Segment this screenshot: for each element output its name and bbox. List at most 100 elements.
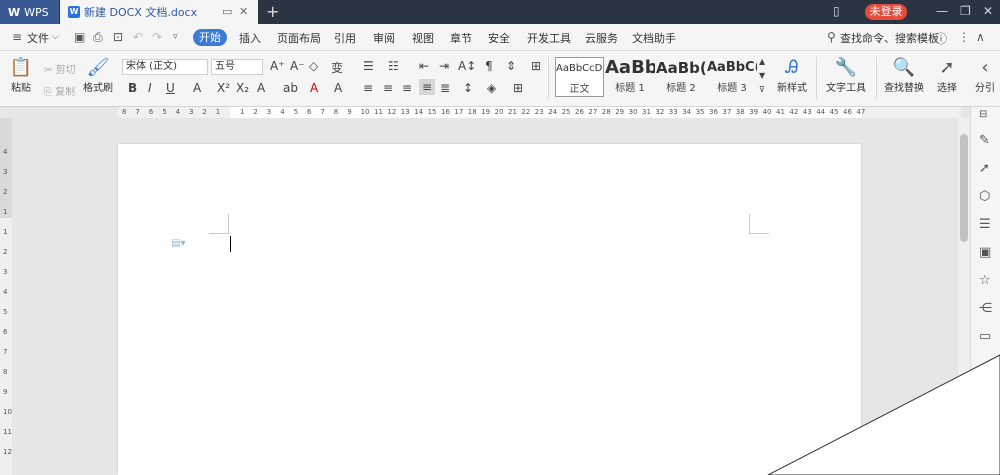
clear-format-icon[interactable]: ◇ [309, 59, 318, 73]
font-color-icon[interactable]: A [310, 81, 318, 95]
paragraph-icon[interactable]: ⊞ [531, 59, 541, 73]
restore-icon[interactable]: ❐ [960, 4, 971, 18]
tab-references[interactable]: 引用 [334, 30, 356, 46]
sort-icon[interactable]: A↕ [458, 59, 476, 73]
tab-cloud-service[interactable]: 云服务 [585, 30, 618, 46]
share-icon[interactable]: ⋲ [979, 301, 992, 316]
wps-home-tab[interactable]: W WPS [0, 0, 59, 24]
panel-toggle-icon[interactable]: ⊟ [979, 109, 987, 120]
ruler-tick-label: 2 [253, 108, 258, 116]
decrease-indent-icon[interactable]: ⇤ [419, 59, 429, 73]
distribute-icon[interactable]: ≣ [440, 81, 450, 95]
panel-toggle-icon[interactable]: ▯ [833, 4, 840, 18]
superscript-icon[interactable]: X² [217, 81, 230, 95]
style-heading-1[interactable]: AaBb 标题 1 [605, 57, 655, 97]
style-heading-2[interactable]: AaBb( 标题 2 [656, 57, 706, 97]
tab-doc-assistant[interactable]: 文档助手 [632, 30, 676, 46]
ruler-tick-label: 5 [293, 108, 299, 116]
command-search[interactable]: 查找命令、搜索模板 [840, 30, 939, 46]
ruler-tick-label: 21 [508, 108, 517, 116]
grow-font-icon[interactable]: A⁺ [270, 59, 285, 73]
phonetic-guide-icon[interactable]: 变 [331, 59, 343, 76]
close-window-icon[interactable]: ✕ [983, 4, 993, 18]
cut-button[interactable]: ✂ 剪切 [44, 61, 76, 76]
horizontal-ruler[interactable]: 8 7 6 5 4 3 2 1 1 2 3 4 5 6 7 8 9 10 11 12 13 14 15 16 17 18 19 20 2… [118, 107, 961, 118]
new-style-button[interactable]: Ꭿ 新样式 [773, 57, 811, 94]
line-spacing-menu-icon[interactable]: ↕ [463, 81, 473, 95]
more-icon[interactable]: ⋮ [958, 30, 970, 44]
tab-page-layout[interactable]: 页面布局 [277, 30, 321, 46]
vertical-ruler[interactable]: 4 3 2 1 1 2 3 4 5 6 7 8 9 10 11 12 [0, 118, 12, 475]
font-size-select[interactable]: 五号 [211, 59, 263, 75]
style-heading-3[interactable]: AaBbC( 标题 3 [707, 57, 757, 97]
increase-indent-icon[interactable]: ⇥ [439, 59, 449, 73]
show-marks-icon[interactable]: ¶ [485, 59, 493, 73]
shading-icon[interactable]: ◈ [487, 81, 496, 95]
split-button[interactable]: ‹ 分引 [972, 57, 998, 94]
save-icon[interactable]: ▣ [74, 30, 85, 44]
tab-review[interactable]: 审阅 [373, 30, 395, 46]
borders-icon[interactable]: ⊞ [513, 81, 523, 95]
undo-icon[interactable]: ↶ [133, 30, 143, 44]
hamburger-icon[interactable]: ≡ [12, 30, 22, 44]
settings-sliders-icon[interactable]: ☰ [979, 217, 991, 232]
scrollbar-thumb[interactable] [960, 134, 968, 242]
select-button[interactable]: ➚ 选择 [932, 57, 962, 94]
collapse-ribbon-icon[interactable]: ∧ [976, 30, 985, 44]
styles-scroll-down-icon[interactable]: ▼ [759, 71, 765, 80]
new-style-icon: Ꭿ [785, 57, 799, 78]
image-icon[interactable]: ▣ [979, 245, 991, 260]
tab-insert[interactable]: 插入 [239, 30, 261, 46]
paste-button[interactable]: 📋 粘贴 [8, 57, 34, 94]
help-icon[interactable]: ⓘ [935, 30, 947, 47]
float-window-icon[interactable]: ▭ [222, 5, 232, 18]
underline-icon[interactable]: U [166, 81, 175, 95]
numbered-list-icon[interactable]: ☷ [388, 59, 399, 73]
tab-developer[interactable]: 开发工具 [527, 30, 571, 46]
minimize-icon[interactable]: — [936, 4, 948, 18]
tab-chapter[interactable]: 章节 [450, 30, 472, 46]
italic-icon[interactable]: I [148, 81, 152, 95]
pen-icon[interactable]: ✎ [979, 133, 990, 148]
styles-scroll-up-icon[interactable]: ▲ [759, 57, 765, 66]
archive-icon[interactable]: ▭ [979, 329, 991, 344]
paragraph-handle-icon[interactable]: ▤▾ [171, 238, 185, 249]
align-left-icon[interactable]: ≡ [363, 81, 373, 95]
format-painter-button[interactable]: 🖌 格式刷 [83, 57, 113, 94]
align-center-icon[interactable]: ≡ [383, 81, 393, 95]
chevron-down-icon[interactable]: ⌵ [52, 32, 59, 42]
align-right-icon[interactable]: ≡ [402, 81, 412, 95]
subscript-icon[interactable]: X₂ [236, 81, 249, 95]
text-tool-button[interactable]: 🔧 文字工具 [822, 57, 870, 94]
tab-home[interactable]: 开始 [193, 29, 227, 46]
login-button[interactable]: 未登录 [865, 4, 907, 20]
customize-toolbar-icon[interactable]: ▿ [173, 32, 178, 42]
print-icon[interactable]: ⎙ [93, 30, 103, 45]
styles-expand-icon[interactable]: ⊽ [759, 85, 765, 94]
highlight-icon[interactable]: ab [283, 81, 298, 95]
redo-icon[interactable]: ↷ [152, 30, 162, 44]
copy-button[interactable]: ⎘ 复制 [44, 83, 75, 98]
cursor-icon[interactable]: ➚ [979, 161, 990, 176]
style-normal[interactable]: AaBbCcDd 正文 [555, 57, 604, 97]
tab-view[interactable]: 视图 [412, 30, 434, 46]
shapes-icon[interactable]: ⬡ [979, 189, 990, 204]
strikethrough-icon[interactable]: A [193, 81, 201, 95]
star-icon[interactable]: ☆ [979, 273, 991, 288]
char-shading-icon[interactable]: A [334, 81, 342, 95]
print-preview-icon[interactable]: ⊡ [113, 30, 123, 44]
justify-icon[interactable]: ≡ [419, 79, 436, 95]
new-tab-button[interactable]: + [266, 2, 279, 21]
document-page[interactable] [118, 144, 861, 475]
tab-security[interactable]: 安全 [488, 30, 510, 46]
font-name-select[interactable]: 宋体 (正文) [122, 59, 208, 75]
vertical-scrollbar[interactable] [958, 118, 970, 475]
file-menu[interactable]: 文件 [27, 30, 49, 46]
close-tab-icon[interactable]: ✕ [239, 5, 248, 18]
bullet-list-icon[interactable]: ☰ [363, 59, 374, 73]
find-replace-button[interactable]: 🔍 查找替换 [880, 57, 928, 94]
bold-icon[interactable]: B [128, 81, 137, 95]
text-effect-icon[interactable]: A [257, 81, 265, 95]
line-spacing-icon[interactable]: ⇕ [506, 59, 516, 73]
shrink-font-icon[interactable]: A⁻ [290, 59, 305, 73]
